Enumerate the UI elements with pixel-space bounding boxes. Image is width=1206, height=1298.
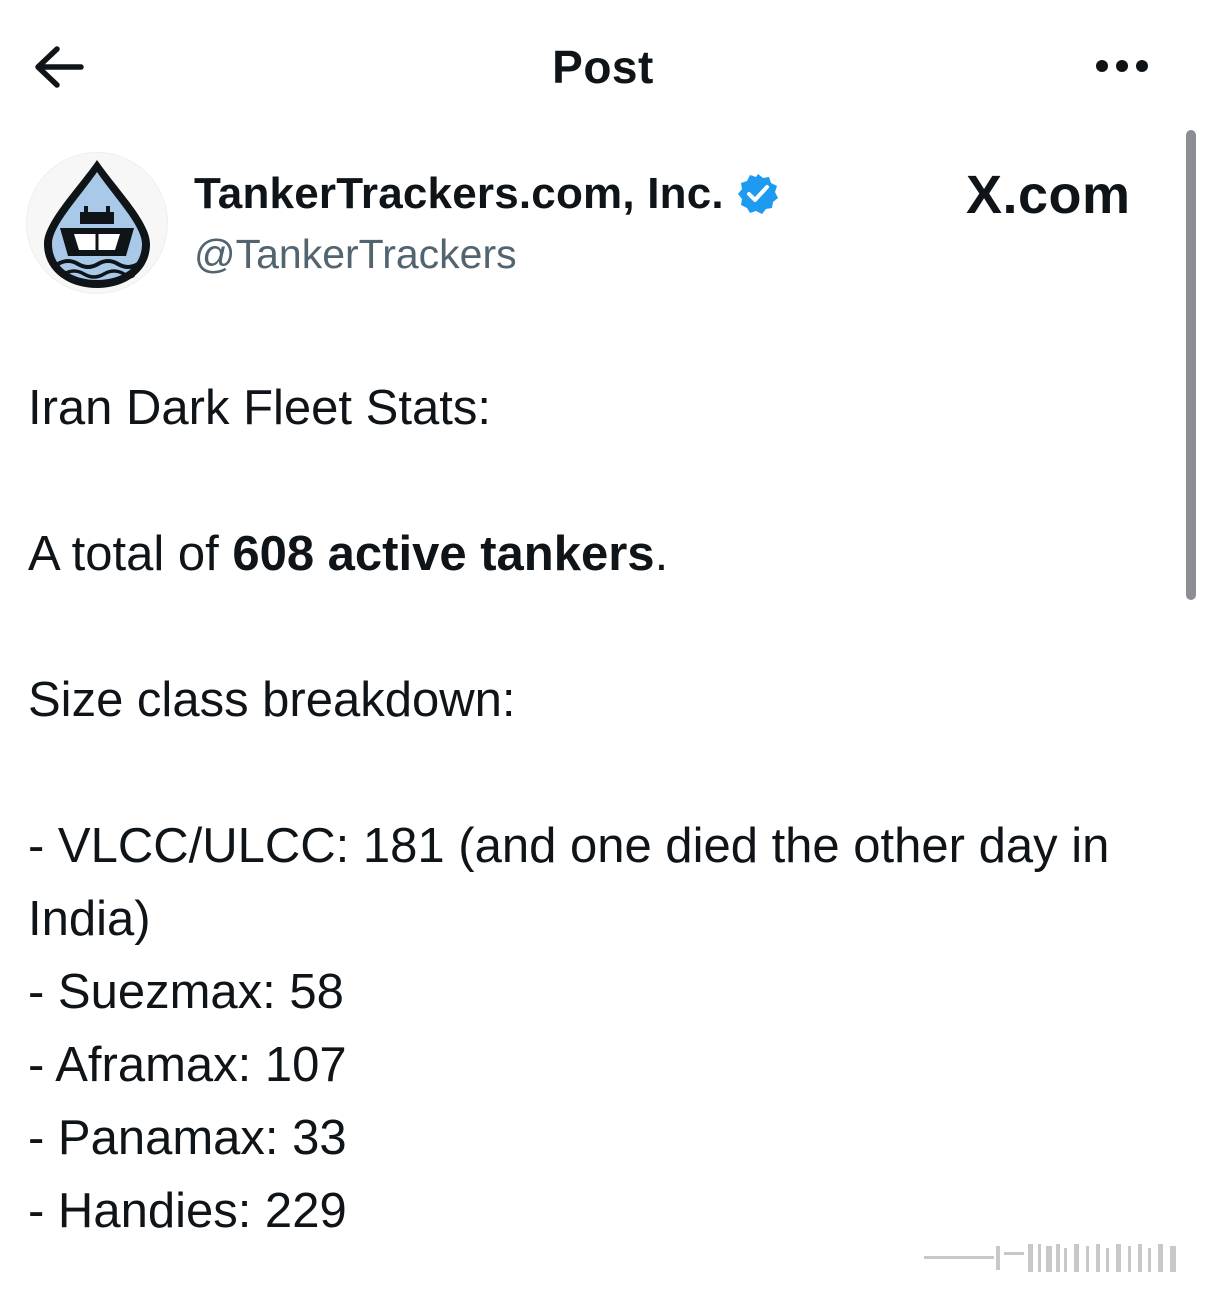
watermark-mark <box>924 1244 1176 1272</box>
post-line: Size class breakdown: <box>28 673 516 727</box>
verified-badge-icon <box>736 172 780 216</box>
list-item-suezmax: - Suezmax: 58 <box>28 965 344 1019</box>
total-prefix: A total of <box>28 527 233 581</box>
total-suffix: . <box>654 527 669 581</box>
page-title: Post <box>552 41 654 93</box>
post-text: Iran Dark Fleet Stats: A total of 608 ac… <box>28 372 1168 1248</box>
post-line-total: A total of 608 active tankers. <box>28 518 1168 591</box>
vertical-scrollbar[interactable] <box>1186 130 1196 600</box>
list-item-aframax: - Aframax: 107 <box>28 1038 347 1092</box>
x-com-label: X.com <box>966 165 1131 225</box>
x-com-brand: X.com <box>966 164 1131 226</box>
list-item-vlcc: - VLCC/ULCC: 181 (and one died the other… <box>28 819 1110 946</box>
top-app-bar: Post <box>0 0 1206 130</box>
author-name-row[interactable]: TankerTrackers.com, Inc. <box>194 166 780 222</box>
post-line: Iran Dark Fleet Stats: <box>28 381 491 435</box>
total-bold: 608 active tankers <box>232 527 655 581</box>
author-handle[interactable]: @TankerTrackers <box>194 228 517 280</box>
more-options-button[interactable] <box>1086 44 1158 88</box>
author-display-name[interactable]: TankerTrackers.com, Inc. <box>194 169 724 219</box>
list-item-panamax: - Panamax: 33 <box>28 1111 347 1165</box>
tanker-droplet-logo <box>44 160 150 288</box>
avatar[interactable] <box>26 152 168 294</box>
more-horizontal-icon <box>1096 60 1148 72</box>
